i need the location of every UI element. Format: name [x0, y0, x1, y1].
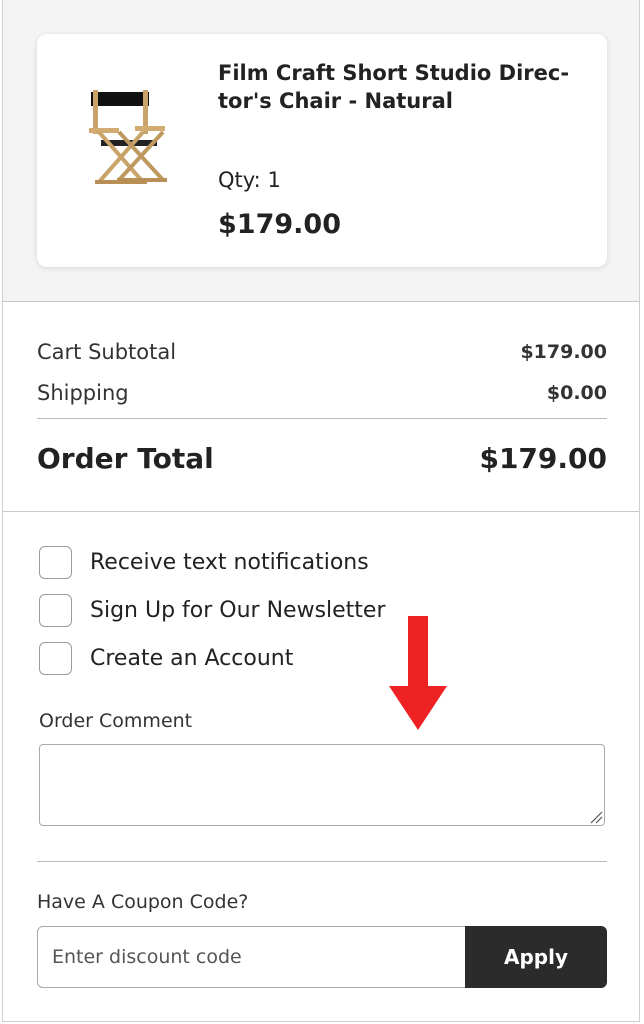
resize-grip-icon[interactable]: [589, 810, 603, 824]
text-notifications-checkbox[interactable]: [39, 546, 72, 579]
shipping-label: Shipping: [37, 381, 129, 405]
qty-label: Qty:: [218, 168, 261, 192]
subtotal-row: Cart Subtotal $179.00: [37, 334, 607, 370]
product-card: Film Craft Short Studio Direc-tor's Chai…: [37, 34, 607, 267]
subtotal-label: Cart Subtotal: [37, 340, 177, 364]
directors-chair-image: [89, 90, 167, 184]
order-total-label: Order Total: [37, 441, 214, 475]
product-price: $179.00: [218, 209, 341, 240]
order-comment-label: Order Comment: [39, 710, 193, 732]
text-notifications-label[interactable]: Receive text notifications: [90, 550, 369, 575]
newsletter-checkbox[interactable]: [39, 594, 72, 627]
shipping-value: $0.00: [546, 382, 607, 404]
discount-code-input[interactable]: [37, 926, 467, 988]
create-account-option[interactable]: Create an Account: [39, 642, 293, 675]
order-totals: Cart Subtotal $179.00 Shipping $0.00 Ord…: [37, 334, 607, 497]
down-arrow-annotation-icon: [389, 616, 447, 730]
newsletter-option[interactable]: Sign Up for Our Newsletter: [39, 594, 386, 627]
coupon-divider: [37, 861, 607, 862]
order-comment-field[interactable]: [39, 744, 605, 826]
section-divider: [3, 511, 639, 512]
shipping-row: Shipping $0.00: [37, 374, 607, 412]
newsletter-label[interactable]: Sign Up for Our Newsletter: [90, 598, 386, 623]
product-qty: Qty: 1: [218, 168, 281, 192]
qty-value: 1: [267, 168, 281, 192]
order-total-row: Order Total $179.00: [37, 419, 607, 497]
order-total-value: $179.00: [479, 441, 607, 475]
create-account-label[interactable]: Create an Account: [90, 646, 293, 671]
subtotal-value: $179.00: [520, 341, 607, 363]
text-notifications-option[interactable]: Receive text notifications: [39, 546, 369, 579]
apply-coupon-button[interactable]: Apply: [465, 926, 607, 988]
coupon-label: Have A Coupon Code?: [37, 891, 249, 913]
product-name: Film Craft Short Studio Direc-tor's Chai…: [218, 61, 570, 113]
create-account-checkbox[interactable]: [39, 642, 72, 675]
